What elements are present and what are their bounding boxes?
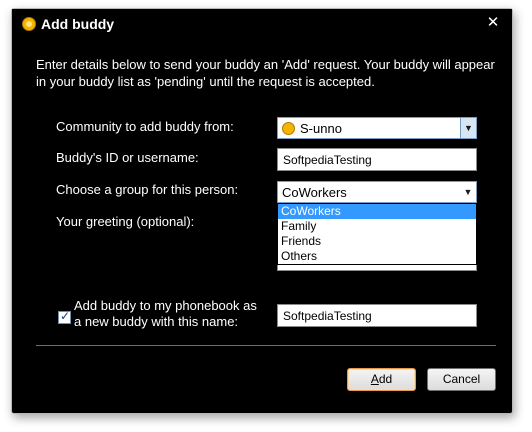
chevron-down-icon[interactable]: ▼ [460, 182, 476, 202]
add-button-mnemonic: A [370, 372, 379, 386]
greeting-label: Your greeting (optional): [56, 214, 195, 229]
dialog-title: Add buddy [41, 16, 115, 32]
phonebook-name-input[interactable] [277, 304, 477, 327]
group-option-coworkers[interactable]: CoWorkers [278, 204, 476, 219]
cancel-button[interactable]: Cancel [427, 368, 496, 391]
chevron-down-icon[interactable]: ▼ [460, 118, 476, 138]
add-button-label: dd [378, 372, 393, 386]
phonebook-label: Add buddy to my phonebook as a new buddy… [74, 298, 274, 330]
group-value: CoWorkers [282, 185, 347, 200]
phonebook-label-line-2: a new buddy with this name: [74, 314, 239, 329]
group-option-others[interactable]: Others [278, 249, 476, 264]
sunno-logo-icon [22, 17, 36, 31]
group-select[interactable]: CoWorkers ▼ [277, 181, 477, 203]
community-value: S-unno [300, 121, 342, 136]
group-option-family[interactable]: Family [278, 219, 476, 234]
intro-text: Enter details below to send your buddy a… [36, 57, 495, 89]
buddy-id-input[interactable] [277, 148, 477, 171]
phonebook-label-line-1: Add buddy to my phonebook as [74, 298, 257, 313]
group-dropdown-list: CoWorkers Family Friends Others [277, 203, 477, 265]
group-label: Choose a group for this person: [56, 182, 239, 197]
buddy-id-label: Buddy's ID or username: [56, 150, 199, 165]
phonebook-checkbox[interactable] [58, 309, 71, 324]
divider [36, 345, 496, 346]
community-label: Community to add buddy from: [56, 119, 234, 134]
community-select[interactable]: S-unno ▼ [277, 117, 477, 139]
add-button[interactable]: Add [347, 368, 416, 391]
add-buddy-dialog: Add buddy ✕ Enter details below to send … [11, 8, 513, 414]
sunno-logo-icon [282, 122, 295, 135]
close-icon[interactable]: ✕ [485, 15, 501, 31]
group-option-friends[interactable]: Friends [278, 234, 476, 249]
title-bar[interactable]: Add buddy ✕ [12, 9, 512, 39]
